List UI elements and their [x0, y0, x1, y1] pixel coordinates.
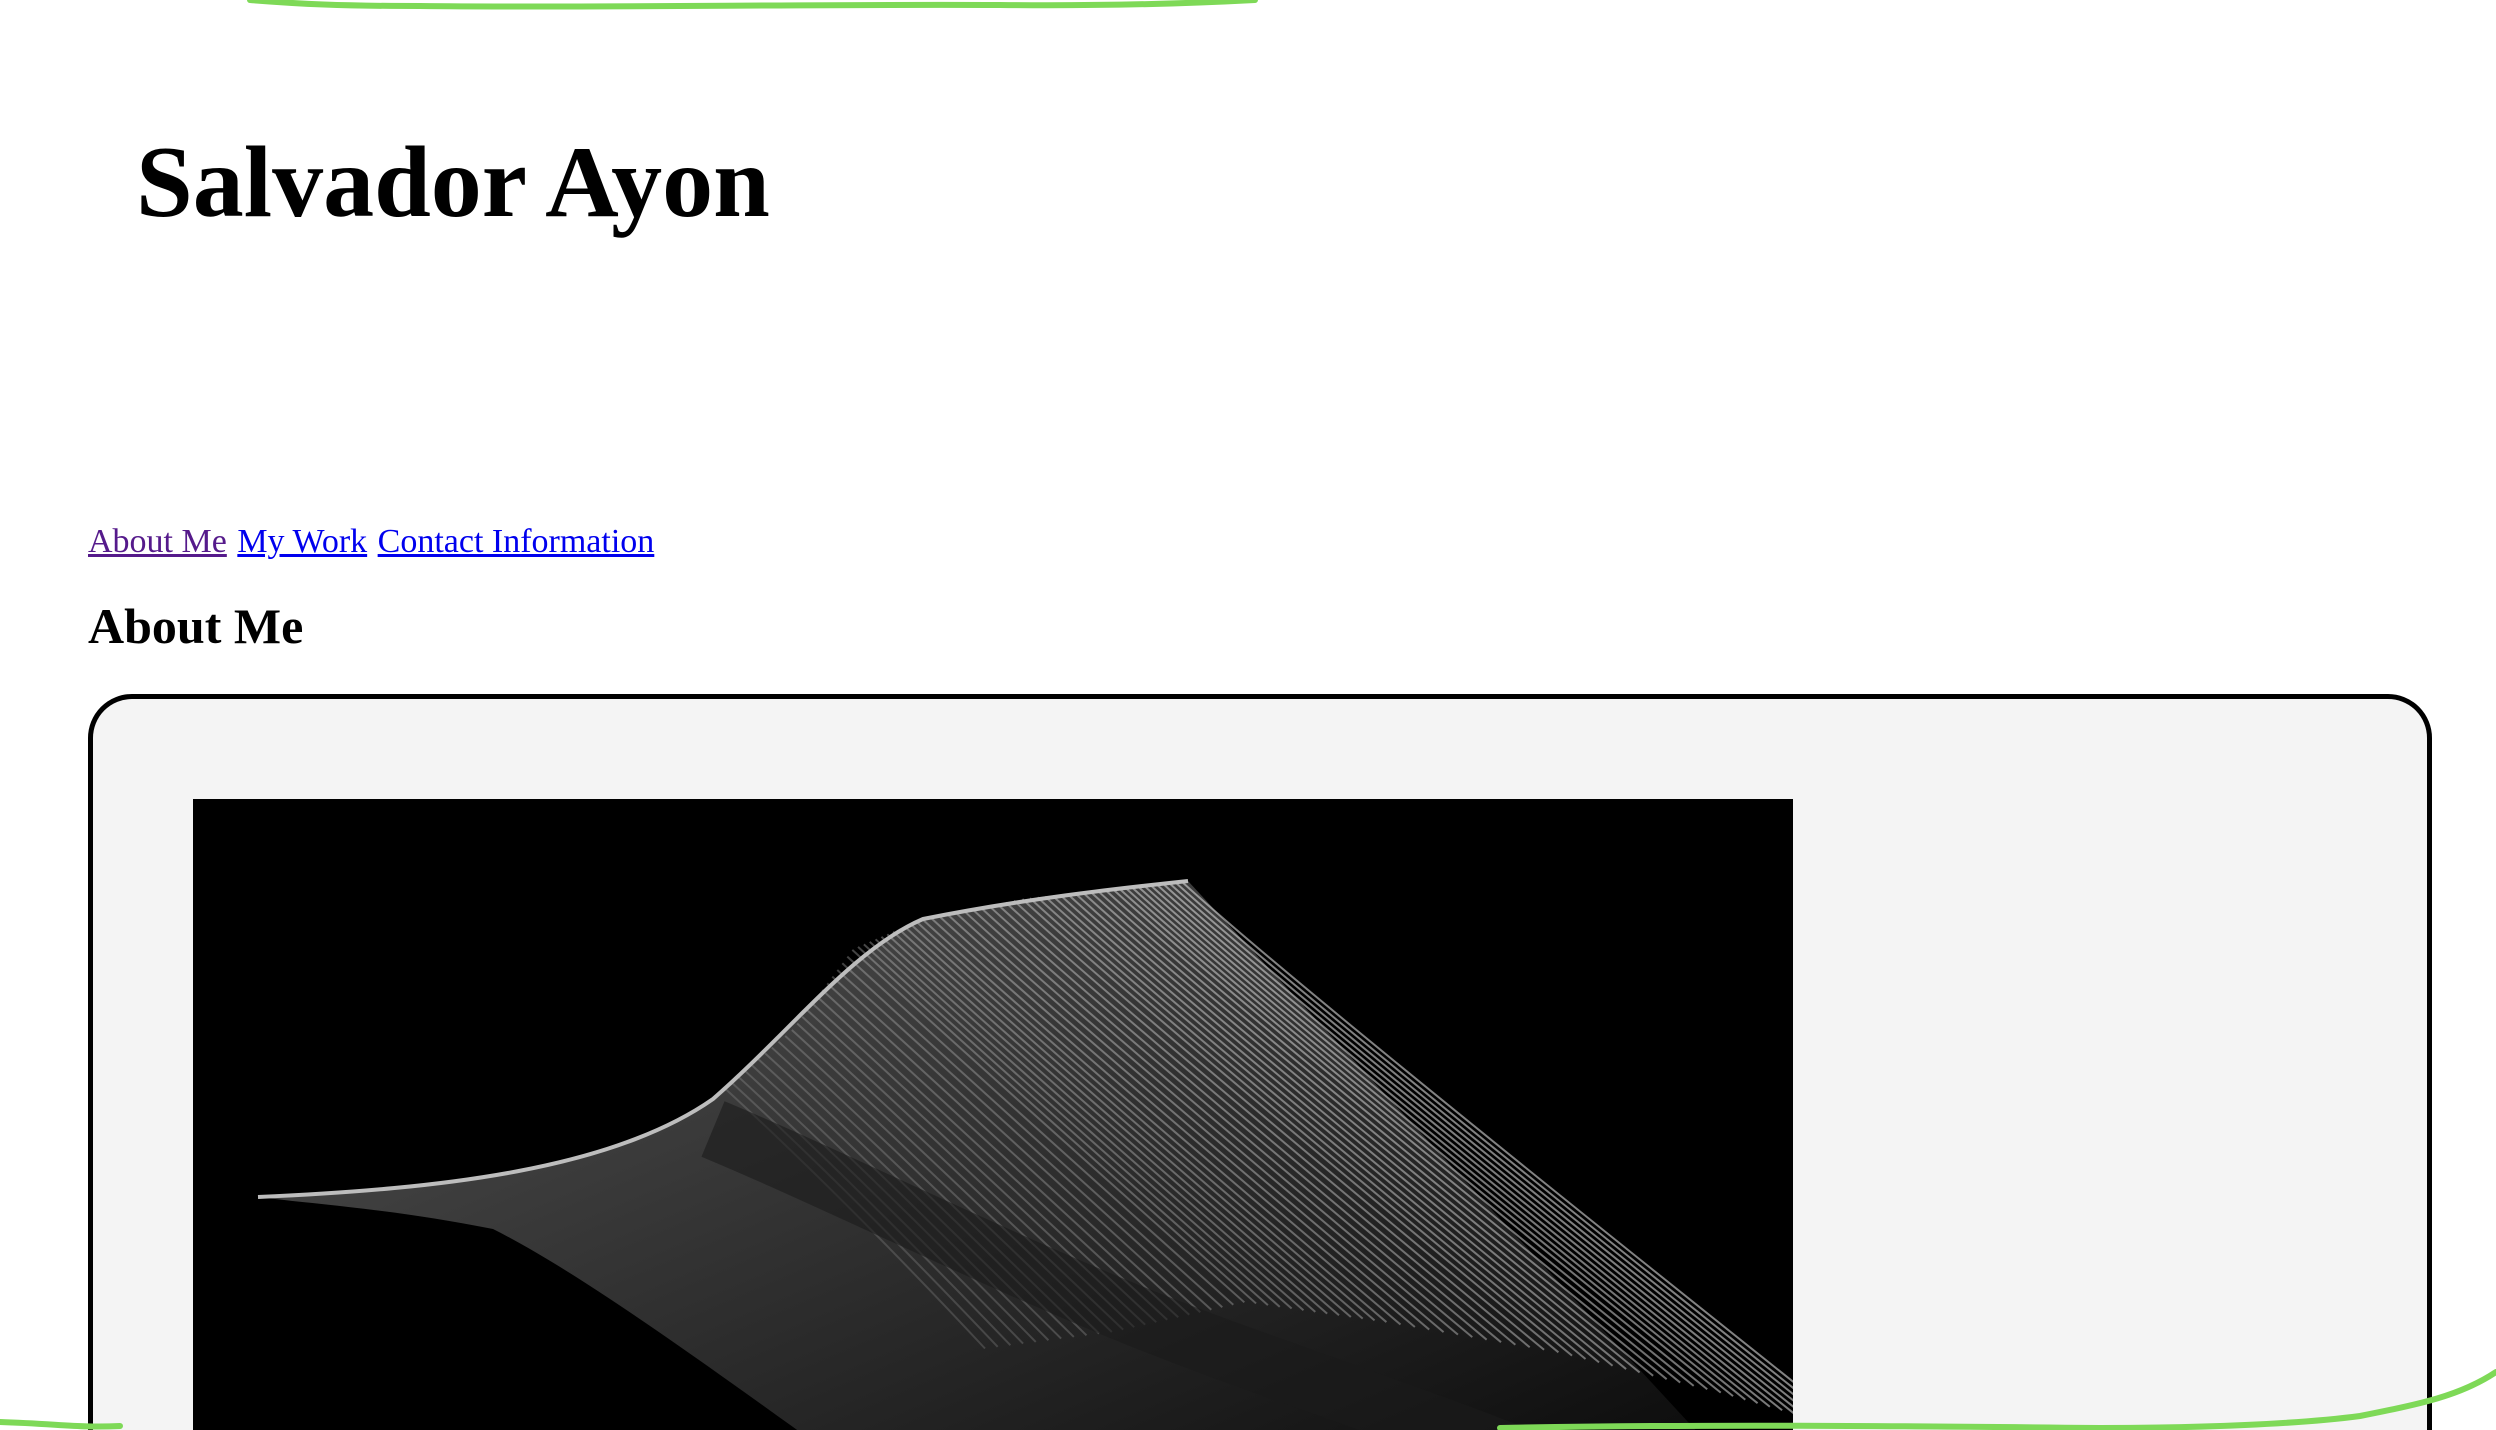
about-me-heading: About Me: [88, 598, 304, 654]
nav-link-about-me[interactable]: About Me: [88, 523, 227, 560]
nav-link-contact-information[interactable]: Contact Information: [378, 523, 655, 560]
about-me-card: [88, 694, 2432, 1430]
main-nav: About Me My Work Contact Information: [88, 522, 656, 562]
abstract-architecture-photo: [193, 799, 1793, 1430]
green-scribble-top-decoration: [247, 0, 1258, 10]
site-title: Salvador Ayon: [136, 126, 770, 239]
abstract-architecture-image: [193, 799, 1793, 1430]
nav-link-my-work[interactable]: My Work: [237, 523, 367, 560]
